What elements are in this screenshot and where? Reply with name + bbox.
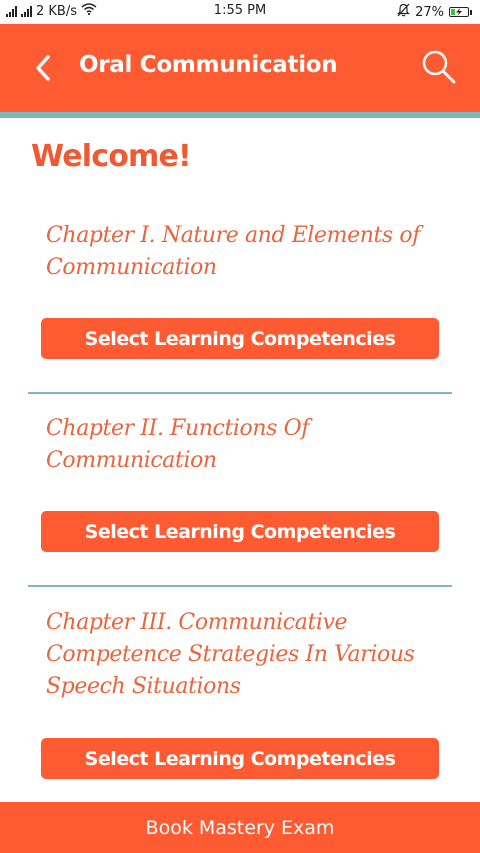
search-button[interactable] [420,48,458,86]
app-bar-divider [0,112,480,118]
app-bar: Oral Communication [0,24,480,112]
select-competencies-button[interactable]: Select Learning Competencies [41,511,439,552]
welcome-heading: Welcome! [31,139,192,174]
status-right: 27% [397,3,472,21]
select-competencies-button[interactable]: Select Learning Competencies [41,318,439,359]
section-divider [28,392,452,394]
page-title: Oral Communication [79,52,338,78]
screen: 2 KB/s 1:55 PM 27% Oral Communication We… [0,0,480,853]
battery-charging-icon [449,7,472,17]
chapter-title: Chapter I. Nature and Elements of Commun… [46,223,420,280]
battery-percent: 27% [415,4,444,20]
chevron-left-icon [36,55,50,81]
book-mastery-exam-button[interactable]: Book Mastery Exam [0,802,480,853]
section-divider [28,585,452,587]
chapter-title: Chapter II. Functions Of Communication [46,416,310,473]
search-icon [422,50,456,84]
chapter-title: Chapter III. Communicative Competence St… [46,610,415,699]
bell-muted-icon [397,3,411,21]
back-button[interactable] [28,50,58,86]
status-bar: 2 KB/s 1:55 PM 27% [0,0,480,24]
select-competencies-button[interactable]: Select Learning Competencies [41,738,439,779]
